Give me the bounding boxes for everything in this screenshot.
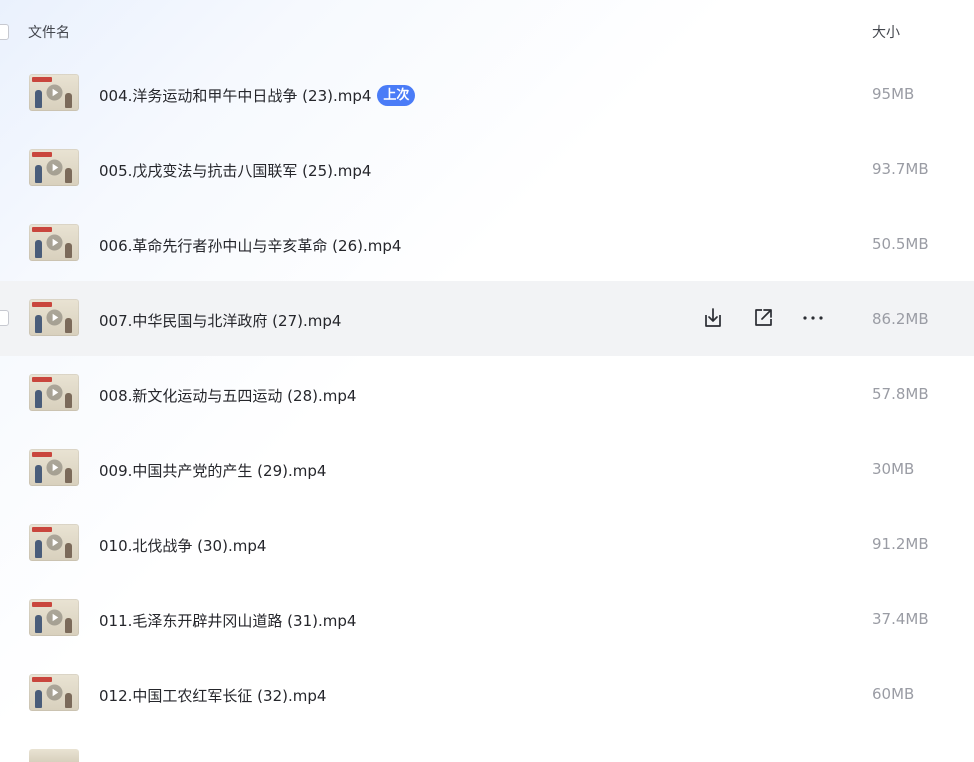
- share-icon[interactable]: [750, 305, 776, 331]
- file-name-text: 007.中华民国与北洋政府 (27).mp4: [99, 312, 342, 330]
- file-list-header: 文件名 大小: [0, 0, 974, 62]
- file-size: 30MB: [872, 460, 915, 478]
- play-icon: [46, 459, 63, 476]
- thumbnail-banner: [32, 452, 52, 457]
- file-name-text: 006.革命先行者孙中山与辛亥革命 (26).mp4: [99, 237, 402, 255]
- play-icon: [46, 84, 63, 101]
- file-row[interactable]: 011.毛泽东开辟井冈山道路 (31).mp4 37.4MB: [0, 581, 974, 656]
- file-size: 91.2MB: [872, 535, 929, 553]
- thumbnail-banner: [32, 527, 52, 532]
- video-thumbnail[interactable]: [29, 299, 79, 336]
- file-list-page: 文件名 大小 004.洋务运动和甲午中日战争 (23).mp4 上次 95MB …: [0, 0, 974, 762]
- thumbnail-figure: [35, 690, 42, 708]
- video-thumbnail[interactable]: [29, 224, 79, 261]
- file-row[interactable]: 009.中国共产党的产生 (29).mp4 30MB: [0, 431, 974, 506]
- video-thumbnail[interactable]: [29, 524, 79, 561]
- thumbnail-banner: [32, 302, 52, 307]
- thumbnail-figure: [65, 543, 72, 558]
- file-name-text: 004.洋务运动和甲午中日战争 (23).mp4: [99, 87, 372, 105]
- thumbnail-figure: [65, 168, 72, 183]
- file-list: 004.洋务运动和甲午中日战争 (23).mp4 上次 95MB 005.戊戌变…: [0, 56, 974, 731]
- file-size: 93.7MB: [872, 160, 929, 178]
- file-name[interactable]: 010.北伐战争 (30).mp4: [99, 535, 266, 556]
- file-name[interactable]: 012.中国工农红军长征 (32).mp4: [99, 685, 326, 706]
- file-name-text: 009.中国共产党的产生 (29).mp4: [99, 462, 327, 480]
- thumbnail-figure: [35, 615, 42, 633]
- more-icon[interactable]: [800, 305, 826, 331]
- thumbnail-figure: [65, 618, 72, 633]
- thumbnail-figure: [65, 318, 72, 333]
- file-size: 50.5MB: [872, 235, 929, 253]
- thumbnail-figure: [35, 540, 42, 558]
- row-checkbox[interactable]: [0, 310, 9, 326]
- file-row[interactable]: 010.北伐战争 (30).mp4 91.2MB: [0, 506, 974, 581]
- play-icon: [46, 684, 63, 701]
- video-thumbnail[interactable]: [29, 374, 79, 411]
- file-size: 60MB: [872, 685, 915, 703]
- thumbnail-figure: [65, 93, 72, 108]
- play-icon: [46, 234, 63, 251]
- thumbnail-banner: [32, 77, 52, 82]
- column-header-size[interactable]: 大小: [872, 22, 900, 42]
- file-thumbnail-partial: [29, 749, 79, 762]
- file-name-text: 008.新文化运动与五四运动 (28).mp4: [99, 387, 357, 405]
- file-name-text: 010.北伐战争 (30).mp4: [99, 537, 267, 555]
- video-thumbnail[interactable]: [29, 599, 79, 636]
- video-thumbnail[interactable]: [29, 149, 79, 186]
- column-header-name[interactable]: 文件名: [28, 22, 70, 42]
- thumbnail-figure: [35, 240, 42, 258]
- thumbnail-figure: [65, 393, 72, 408]
- file-name[interactable]: 006.革命先行者孙中山与辛亥革命 (26).mp4: [99, 235, 401, 256]
- thumbnail-figure: [35, 465, 42, 483]
- download-icon[interactable]: [700, 305, 726, 331]
- video-thumbnail[interactable]: [29, 449, 79, 486]
- play-icon: [46, 159, 63, 176]
- file-name[interactable]: 005.戊戌变法与抗击八国联军 (25).mp4: [99, 160, 371, 181]
- file-row[interactable]: 012.中国工农红军长征 (32).mp4 60MB: [0, 656, 974, 731]
- file-name[interactable]: 011.毛泽东开辟井冈山道路 (31).mp4: [99, 610, 356, 631]
- thumbnail-banner: [32, 602, 52, 607]
- play-icon: [46, 609, 63, 626]
- thumbnail-figure: [35, 165, 42, 183]
- thumbnail-figure: [35, 90, 42, 108]
- play-icon: [46, 534, 63, 551]
- file-name[interactable]: 007.中华民国与北洋政府 (27).mp4: [99, 310, 341, 331]
- file-size: 57.8MB: [872, 385, 929, 403]
- thumbnail-banner: [32, 152, 52, 157]
- play-icon: [46, 384, 63, 401]
- thumbnail-figure: [65, 468, 72, 483]
- select-all-checkbox[interactable]: [0, 24, 9, 40]
- file-name[interactable]: 004.洋务运动和甲午中日战争 (23).mp4 上次: [99, 85, 416, 106]
- file-row[interactable]: 004.洋务运动和甲午中日战争 (23).mp4 上次 95MB: [0, 56, 974, 131]
- file-row[interactable]: 007.中华民国与北洋政府 (27).mp4 86.2MB: [0, 281, 974, 356]
- thumbnail-figure: [65, 243, 72, 258]
- file-size: 95MB: [872, 85, 915, 103]
- thumbnail-figure: [65, 693, 72, 708]
- file-name-text: 012.中国工农红军长征 (32).mp4: [99, 687, 327, 705]
- thumbnail-banner: [32, 677, 52, 682]
- thumbnail-figure: [35, 390, 42, 408]
- thumbnail-banner: [32, 377, 52, 382]
- file-size: 37.4MB: [872, 610, 929, 628]
- video-thumbnail[interactable]: [29, 674, 79, 711]
- file-row[interactable]: 008.新文化运动与五四运动 (28).mp4 57.8MB: [0, 356, 974, 431]
- file-name[interactable]: 008.新文化运动与五四运动 (28).mp4: [99, 385, 356, 406]
- file-row[interactable]: 006.革命先行者孙中山与辛亥革命 (26).mp4 50.5MB: [0, 206, 974, 281]
- file-row[interactable]: 005.戊戌变法与抗击八国联军 (25).mp4 93.7MB: [0, 131, 974, 206]
- last-viewed-badge: 上次: [377, 85, 416, 106]
- file-name[interactable]: 009.中国共产党的产生 (29).mp4: [99, 460, 326, 481]
- play-icon: [46, 309, 63, 326]
- file-name-text: 005.戊戌变法与抗击八国联军 (25).mp4: [99, 162, 372, 180]
- thumbnail-figure: [35, 315, 42, 333]
- video-thumbnail[interactable]: [29, 74, 79, 111]
- file-name-text: 011.毛泽东开辟井冈山道路 (31).mp4: [99, 612, 357, 630]
- thumbnail-banner: [32, 227, 52, 232]
- file-size: 86.2MB: [872, 310, 929, 328]
